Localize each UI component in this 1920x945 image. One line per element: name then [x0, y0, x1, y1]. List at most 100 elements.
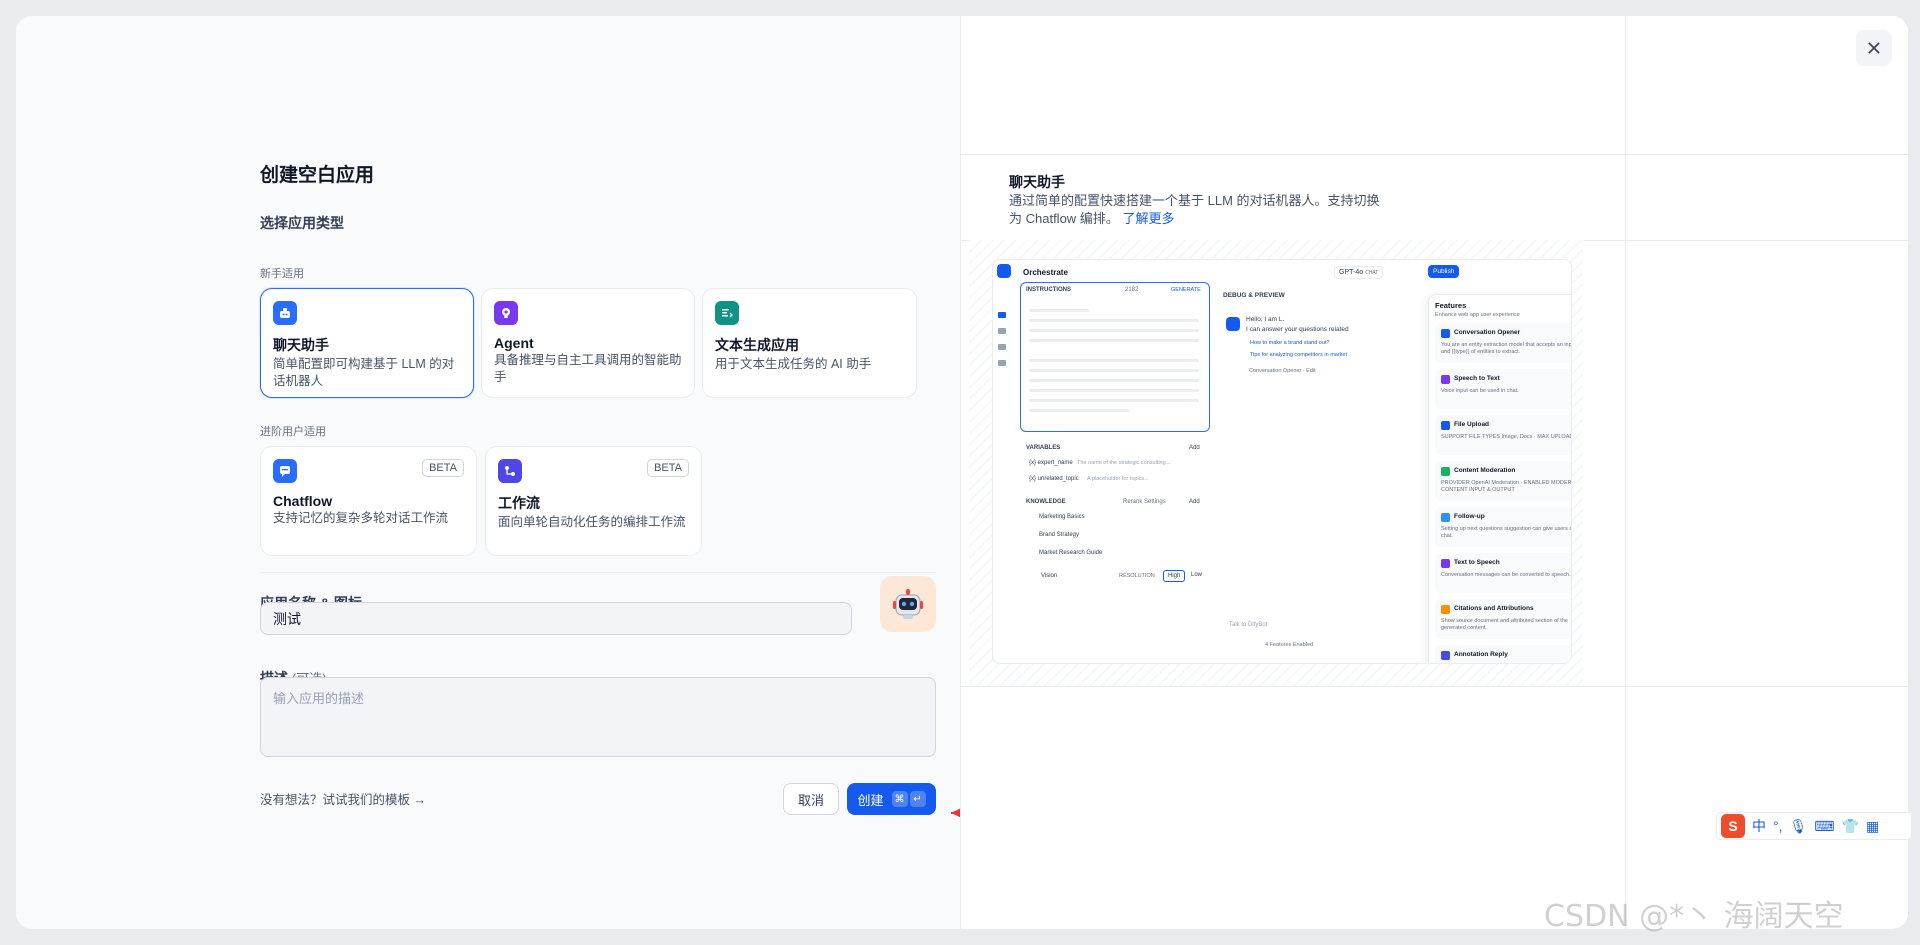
- skin-icon[interactable]: 👕: [1842, 818, 1859, 835]
- enter-key-icon: ↵: [909, 791, 926, 807]
- grid-line: [1625, 16, 1626, 929]
- workflow-icon: [498, 459, 522, 483]
- card-title: Agent: [494, 335, 534, 351]
- app-description-input[interactable]: [260, 677, 936, 757]
- preview-rerank-settings: Rerank Settings: [1123, 499, 1166, 505]
- feature-row: Follow-up Setting up next questions sugge…: [1435, 507, 1571, 547]
- preview-features-panel: Features Enhance web app user experience…: [1428, 294, 1572, 663]
- info-title: 聊天助手: [1009, 174, 1065, 190]
- feature-icon: [1441, 329, 1450, 338]
- card-title: 文本生成应用: [715, 337, 799, 353]
- microphone-icon[interactable]: 🎙: [1790, 818, 1808, 835]
- preview-var-1: {x} expert_name: [1029, 460, 1073, 466]
- card-title: 聊天助手: [273, 337, 329, 353]
- advanced-section-label: 进阶用户适用: [260, 426, 326, 438]
- preview-knowledge-label: KNOWLEDGE: [1026, 499, 1066, 505]
- chatbot-icon: [273, 301, 297, 325]
- ime-toolbar[interactable]: S 中 °, 🎙 ⌨ 👕 ▦: [1716, 812, 1912, 840]
- close-button[interactable]: [1856, 30, 1892, 66]
- cancel-button[interactable]: 取消: [783, 783, 839, 815]
- dialog-title: 创建空白应用: [260, 165, 375, 186]
- feature-row: Citations and Attributions Show source do…: [1435, 599, 1571, 639]
- preview-high-option: High: [1163, 570, 1186, 582]
- preview-kb-2: Brand Strategy: [1039, 532, 1080, 538]
- beginner-section-label: 新手适用: [260, 268, 304, 280]
- robot-icon: [893, 589, 923, 619]
- feature-desc: Conversation messages can be converted t…: [1441, 572, 1571, 578]
- try-templates-link[interactable]: 没有想法？试试我们的模板 →: [260, 789, 426, 808]
- ime-lang-toggle[interactable]: 中: [1752, 816, 1766, 836]
- preview-debug-label: DEBUG & PREVIEW: [1223, 292, 1285, 299]
- preview-var-2: {x} unrelated_topic: [1029, 476, 1079, 482]
- preview-vision-label: Vision: [1041, 573, 1058, 579]
- create-button-label: 创建: [857, 792, 884, 808]
- card-title: 工作流: [498, 495, 540, 511]
- feature-icon: [1441, 513, 1450, 522]
- preview-variables-label: VARIABLES: [1026, 445, 1061, 451]
- app-icon-picker[interactable]: [880, 576, 936, 632]
- preview-kb-1: Marketing Basics: [1039, 514, 1085, 520]
- ime-punct-toggle[interactable]: °,: [1773, 818, 1783, 834]
- preview-orchestrate-title: Orchestrate: [1023, 268, 1068, 277]
- app-type-card-chatbot[interactable]: 聊天助手 简单配置即可构建基于 LLM 的对话机器人: [260, 288, 474, 398]
- keyboard-icon[interactable]: ⌨: [1814, 818, 1834, 835]
- preview-model-selector: GPT-4o CHAT: [1334, 266, 1384, 279]
- feature-icon: [1441, 375, 1450, 384]
- preview-panel: 聊天助手 通过简单的配置快速搭建一个基于 LLM 的对话机器人。支持切换为 Ch…: [960, 16, 1908, 929]
- close-icon: [1868, 42, 1880, 54]
- grid-line: [961, 686, 1908, 687]
- preview-model-tag: CHAT: [1365, 270, 1379, 276]
- card-title: Chatflow: [273, 493, 333, 509]
- preview-add-variable: Add: [1189, 445, 1200, 451]
- feature-icon: [1441, 559, 1450, 568]
- features-subtitle: Enhance web app user experience: [1435, 312, 1520, 318]
- preview-suggest-2: Tips for analyzing competitors in market: [1250, 352, 1347, 358]
- preview-low-option: Low: [1191, 572, 1203, 578]
- preview-bot-avatar: [1226, 317, 1240, 331]
- feature-title: Content Moderation: [1454, 467, 1516, 474]
- info-desc-text: 通过简单的配置快速搭建一个基于 LLM 的对话机器人。支持切换为 Chatflo…: [1009, 193, 1380, 226]
- app-name-input[interactable]: [260, 602, 852, 635]
- preview-add-knowledge: Add: [1189, 499, 1200, 505]
- choose-type-heading: 选择应用类型: [260, 215, 344, 231]
- feature-title: Follow-up: [1454, 513, 1485, 520]
- feature-desc: Show source document and attributed sect…: [1441, 618, 1568, 631]
- learn-more-link[interactable]: 了解更多: [1122, 211, 1174, 226]
- sogou-logo-icon: S: [1721, 814, 1745, 838]
- preview-suggest-1: How to make a brand stand out?: [1250, 340, 1330, 346]
- preview-publish-button: Publish: [1428, 265, 1460, 278]
- beta-badge: BETA: [647, 459, 689, 477]
- preview-side-icons: [996, 310, 1008, 430]
- preview-var-2-desc: A placeholder for topics...: [1087, 476, 1149, 482]
- feature-title: Speech to Text: [1454, 375, 1500, 382]
- preview-kb-3: Market Research Guide: [1039, 550, 1103, 556]
- feature-row: Content Moderation PROVIDER OpenAI Modera…: [1435, 461, 1571, 501]
- feature-title: Text to Speech: [1454, 559, 1500, 566]
- preview-features-enabled: 4 Features Enabled: [1265, 642, 1314, 648]
- app-type-card-agent[interactable]: Agent 具备推理与自主工具调用的智能助手: [481, 288, 695, 398]
- app-type-card-text-generation[interactable]: 文本生成应用 用于文本生成任务的 AI 助手: [702, 288, 917, 398]
- feature-desc: Setting up next questions suggestion can…: [1441, 526, 1571, 539]
- card-desc: 简单配置即可构建基于 LLM 的对话机器人: [273, 357, 455, 388]
- create-button[interactable]: 创建 ⌘ ↵: [847, 783, 936, 815]
- apps-grid-icon[interactable]: ▦: [1866, 818, 1879, 835]
- feature-row: Speech to Text Voice input can be used in…: [1435, 369, 1571, 409]
- preview-resolution-label: RESOLUTION: [1119, 573, 1155, 579]
- info-desc: 通过简单的配置快速搭建一个基于 LLM 的对话机器人。支持切换为 Chatflo…: [1009, 192, 1389, 228]
- agent-icon: [494, 301, 518, 325]
- feature-desc: SUPPORT FILE TYPES Image, Docs · MAX UPL…: [1441, 434, 1572, 440]
- chatflow-icon: [273, 459, 297, 483]
- grid-line: [961, 154, 1908, 155]
- preview-instructions-label: INSTRUCTIONS: [1026, 287, 1071, 293]
- app-type-card-workflow[interactable]: BETA 工作流 面向单轮自动化任务的编排工作流: [485, 446, 702, 556]
- feature-row: Conversation Opener You are an entity ext…: [1435, 323, 1571, 363]
- card-desc: 用于文本生成任务的 AI 助手: [715, 357, 872, 371]
- feature-title: Annotation Reply: [1454, 651, 1508, 658]
- app-type-card-chatflow[interactable]: BETA Chatflow 支持记忆的复杂多轮对话工作流: [260, 446, 477, 556]
- feature-icon: [1441, 651, 1450, 660]
- feature-title: Conversation Opener: [1454, 329, 1521, 336]
- preview-window: Orchestrate GPT-4o CHAT Publish INSTRUCT…: [992, 259, 1572, 664]
- feature-row: File Upload SUPPORT FILE TYPES Image, Doc…: [1435, 415, 1572, 455]
- feature-icon: [1441, 467, 1450, 476]
- features-title: Features: [1435, 301, 1467, 310]
